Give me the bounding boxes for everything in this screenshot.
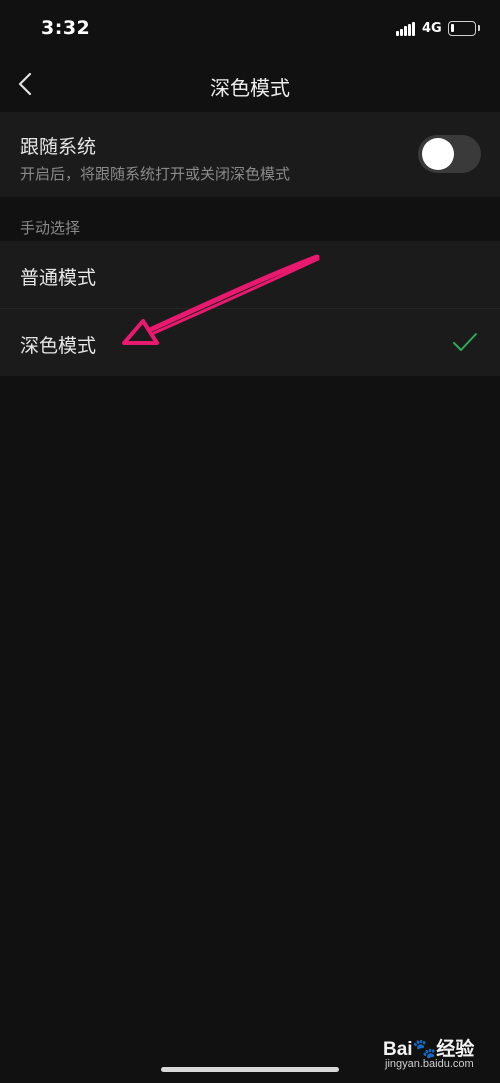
toggle-knob (422, 138, 454, 170)
option-label: 普通模式 (20, 267, 97, 289)
battery-fill (451, 24, 454, 32)
baidu-jingyan-watermark: Bai🐾经验 jingyan.baidu.com (383, 1034, 493, 1074)
follow-system-toggle[interactable] (418, 135, 481, 173)
option-dark-mode[interactable]: 深色模式 (0, 309, 500, 376)
watermark-url: jingyan.baidu.com (385, 1058, 474, 1070)
follow-system-description: 开启后，将跟随系统打开或关闭深色模式 (20, 165, 291, 183)
status-time: 3:32 (41, 17, 91, 39)
watermark-logo: Bai🐾经验 (383, 1039, 475, 1060)
manual-section-header: 手动选择 (20, 219, 81, 237)
checkmark-icon (453, 333, 477, 351)
battery-icon (448, 21, 476, 36)
status-bar: 3:32 4G (0, 0, 500, 60)
follow-system-title: 跟随系统 (20, 136, 97, 158)
network-type: 4G (422, 21, 442, 36)
signal-icon (396, 22, 416, 36)
page-title: 深色模式 (210, 76, 290, 100)
screen: 3:32 4G 深色模式 跟随系统 开启后，将跟随系统打开或关闭深色模式 手动选… (0, 0, 500, 1083)
option-normal-mode[interactable]: 普通模式 (0, 241, 500, 308)
option-label: 深色模式 (20, 335, 97, 357)
nav-bar: 深色模式 (0, 60, 500, 112)
battery-cap (478, 25, 480, 31)
home-indicator[interactable] (161, 1067, 339, 1072)
